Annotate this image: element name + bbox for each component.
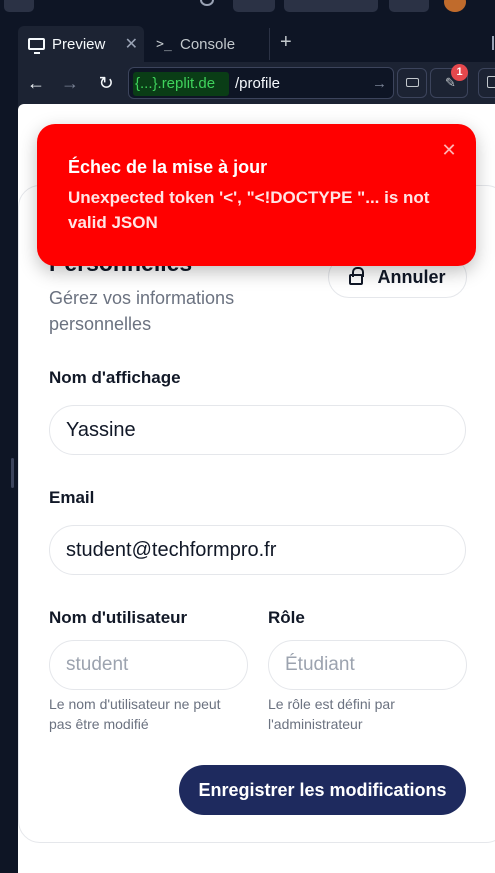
top-toolbar	[0, 0, 495, 22]
username-label: Nom d'utilisateur	[49, 608, 188, 627]
role-input[interactable]: Étudiant	[268, 640, 467, 690]
forward-arrow-icon[interactable]: →	[58, 71, 82, 95]
monitor-icon	[406, 78, 419, 87]
close-icon[interactable]: ✕	[125, 34, 138, 54]
profile-card: Personnelles Gérez vos informations pers…	[18, 185, 495, 843]
monitor-icon	[26, 36, 46, 54]
cancel-label: Annuler	[377, 266, 446, 287]
toolbar-button[interactable]	[284, 0, 378, 12]
display-name-label: Nom d'affichage	[49, 368, 181, 387]
device-preview-button[interactable]	[397, 68, 427, 98]
url-host: {...}.replit.de	[133, 72, 229, 96]
left-sidebar	[0, 22, 18, 873]
error-toast: Échec de la mise à jour Unexpected token…	[37, 124, 476, 266]
card-subtitle: Gérez vos informations personnelles	[49, 288, 235, 334]
tab-scroll-edge	[492, 36, 494, 50]
toolbar-button[interactable]	[233, 0, 275, 12]
role-label: Rôle	[268, 608, 305, 627]
reload-icon[interactable]: ↻	[94, 71, 118, 95]
tab-console[interactable]: >_ Console	[146, 26, 269, 62]
search-icon[interactable]	[200, 0, 214, 6]
tab-bar: Preview ✕ >_ Console +	[18, 22, 495, 62]
avatar[interactable]	[444, 0, 466, 12]
terminal-icon: >_	[156, 36, 172, 52]
toast-message: Unexpected token '<', "<!DOCTYPE "... is…	[68, 188, 430, 232]
add-tab-button[interactable]: +	[280, 32, 292, 52]
back-arrow-icon[interactable]: ←	[24, 71, 48, 95]
tab-label: Preview	[52, 35, 106, 53]
email-field[interactable]: student@techformpro.fr	[49, 525, 466, 575]
role-hint: Le rôle est défini par l'administrateur	[268, 696, 395, 732]
resize-handle[interactable]	[11, 458, 14, 488]
url-toolbar: ← → ↻ {...}.replit.de /profile → ✎	[18, 62, 495, 104]
tab-divider	[269, 28, 270, 60]
menu-button[interactable]	[4, 0, 34, 12]
toolbar-button[interactable]	[389, 0, 429, 12]
lock-icon	[349, 267, 365, 285]
close-icon[interactable]: ✕	[439, 140, 459, 160]
username-hint: Le nom d'utilisateur ne peut pas être mo…	[49, 696, 221, 732]
toast-title: Échec de la mise à jour	[68, 157, 268, 177]
url-path: /profile	[235, 75, 281, 92]
external-link-icon	[487, 76, 495, 88]
tab-preview[interactable]: Preview ✕	[18, 26, 144, 62]
open-new-tab-button[interactable]	[478, 68, 495, 98]
url-input[interactable]: {...}.replit.de /profile →	[128, 67, 394, 99]
email-label: Email	[49, 488, 95, 507]
tab-label: Console	[180, 35, 236, 53]
notification-badge: 1	[451, 64, 468, 81]
go-arrow-icon[interactable]: →	[372, 72, 387, 96]
display-name-input[interactable]: Yassine	[49, 405, 466, 455]
username-input[interactable]: student	[49, 640, 248, 690]
save-button[interactable]: Enregistrer les modifications	[179, 765, 466, 815]
